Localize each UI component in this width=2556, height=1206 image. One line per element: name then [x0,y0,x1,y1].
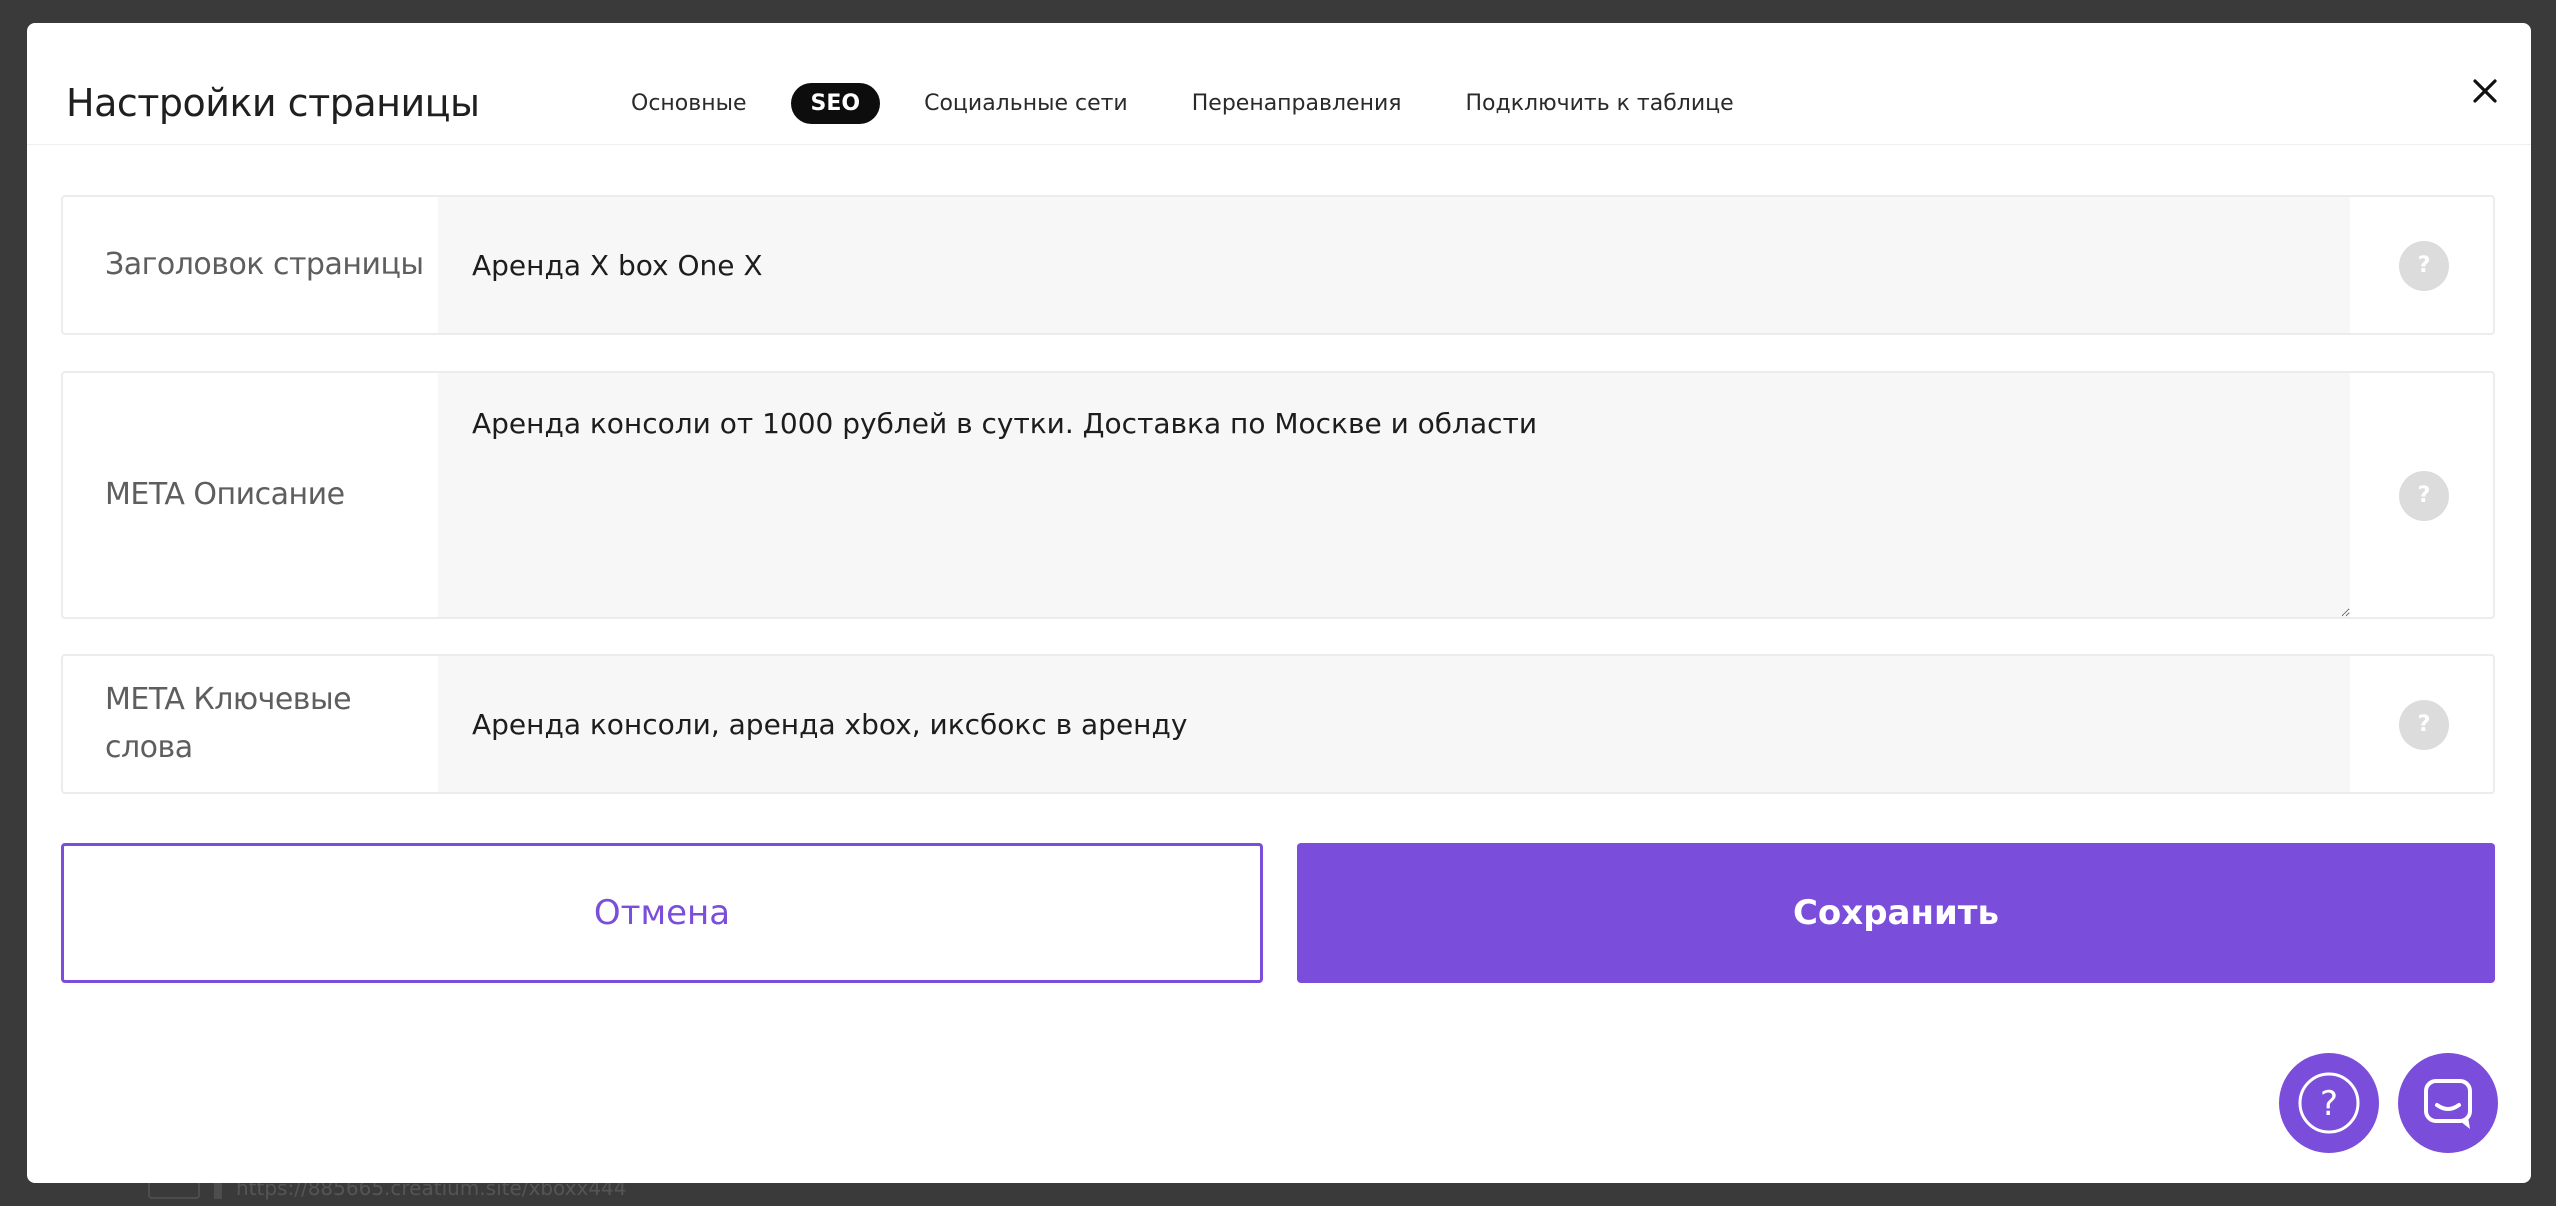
tab-redirects[interactable]: Перенаправления [1172,83,1422,124]
page-settings-modal: Настройки страницы Основные SEO Социальн… [27,23,2531,1183]
close-icon[interactable] [2465,71,2505,111]
tab-connect-table[interactable]: Подключить к таблице [1446,83,1754,124]
chat-widget-button[interactable] [2398,1053,2498,1153]
meta-keywords-label-line1: META Ключевые [105,682,352,717]
modal-title: Настройки страницы [66,81,480,125]
meta-keywords-input[interactable] [438,656,2350,792]
help-widget-button[interactable]: ? [2279,1053,2379,1153]
cancel-button[interactable]: Отмена [61,843,1263,983]
help-icon[interactable]: ? [2399,471,2449,521]
meta-description-textarea[interactable]: Аренда консоли от 1000 рублей в сутки. Д… [438,373,2350,617]
meta-keywords-label: META Ключевые слова [105,676,352,772]
help-widget-glyph: ? [2320,1084,2338,1124]
page-title-field: Заголовок страницы ? [61,195,2495,335]
tab-seo[interactable]: SEO [790,83,881,124]
tab-social[interactable]: Социальные сети [904,83,1148,124]
tab-bar: Основные SEO Социальные сети Перенаправл… [611,83,1778,124]
save-button[interactable]: Сохранить [1297,843,2495,983]
page-title-label: Заголовок страницы [105,247,424,282]
page-title-input[interactable] [438,197,2350,333]
meta-description-label: META Описание [105,477,345,512]
meta-description-field: META Описание Аренда консоли от 1000 руб… [61,371,2495,619]
chat-icon [2424,1079,2472,1129]
tab-general[interactable]: Основные [611,83,767,124]
help-icon[interactable]: ? [2399,700,2449,750]
question-circle-icon: ? [2298,1072,2360,1134]
help-icon[interactable]: ? [2399,241,2449,291]
meta-keywords-field: META Ключевые слова ? [61,654,2495,794]
modal-header: Настройки страницы Основные SEO Социальн… [27,23,2531,145]
meta-keywords-label-line2: слова [105,730,193,765]
